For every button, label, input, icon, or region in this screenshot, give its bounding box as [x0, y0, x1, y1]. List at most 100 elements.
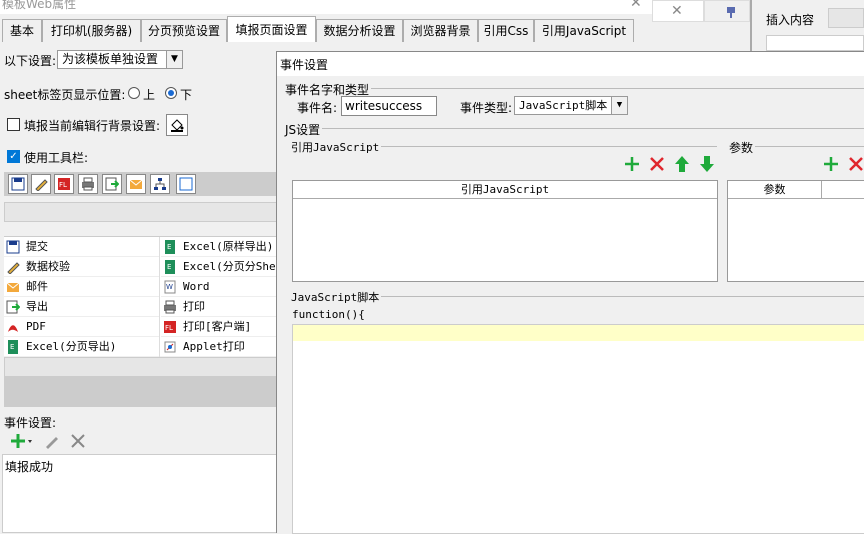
toolbar-export-button[interactable] — [102, 174, 122, 194]
list-footer-strip — [4, 357, 280, 377]
svg-text:E: E — [167, 263, 171, 271]
list-item-label: Excel(分页分Sheet导出) — [183, 260, 280, 273]
list-footer-bar — [4, 377, 280, 407]
event-name-value: writesuccess — [345, 99, 423, 113]
list-item-label: 导出 — [26, 300, 48, 313]
list-item[interactable]: W Word — [161, 277, 280, 297]
params-group-title: 参数 — [729, 139, 756, 156]
event-type-select[interactable]: JavaScript脚本 ▼ — [514, 96, 628, 115]
background-tab[interactable]: ✕ — [652, 0, 704, 22]
svg-text:W: W — [166, 283, 173, 291]
toolbar-submit-button[interactable] — [8, 174, 28, 194]
list-item-label: Excel(原样导出) — [183, 240, 274, 253]
tab-ref-javascript[interactable]: 引用JavaScript — [534, 19, 634, 42]
event-name-field[interactable]: writesuccess — [341, 96, 437, 116]
save-icon — [6, 240, 20, 254]
add-event-button[interactable] — [10, 432, 36, 450]
pencil-icon — [7, 262, 20, 274]
insert-content-field[interactable] — [828, 8, 864, 28]
tab-ref-css[interactable]: 引用Css — [478, 19, 534, 42]
event-settings-dialog: 事件设置 事件名字和类型 事件名: writesuccess 事件类型: Jav… — [276, 51, 864, 534]
script-group-title: JavaScript脚本 — [291, 289, 382, 305]
toolbar-button-list: 提交 E Excel(原样导出) 数据校验 E Excel(分页分Sheet导出… — [4, 236, 280, 357]
close-icon[interactable]: ✕ — [630, 0, 642, 11]
list-item[interactable]: E Excel(分页导出) — [4, 337, 159, 357]
params-table-header: 参数 — [728, 181, 822, 199]
pin-icon — [727, 7, 735, 18]
arrow-up-icon[interactable] — [673, 155, 691, 173]
mail-icon — [129, 179, 143, 189]
use-toolbar-checkbox[interactable]: ✓ — [7, 150, 20, 163]
svg-text:E: E — [167, 243, 171, 251]
list-item-label: Excel(分页导出) — [26, 340, 117, 353]
toolbar-pdf-button[interactable]: FL — [54, 174, 74, 194]
list-item[interactable]: 打印 — [161, 297, 280, 317]
scope-select[interactable]: 为该模板单独设置 ▼ — [57, 50, 183, 69]
list-item-label: 数据校验 — [26, 260, 70, 273]
list-item[interactable]: Applet打印 — [161, 337, 280, 357]
script-editor[interactable] — [292, 324, 864, 534]
add-param-icon[interactable] — [822, 155, 840, 173]
tab-fill-page[interactable]: 填报页面设置 — [227, 16, 316, 42]
toolbar-tree-button[interactable] — [150, 174, 170, 194]
list-item[interactable]: 导出 — [4, 297, 159, 317]
delete-event-button[interactable] — [70, 433, 86, 449]
list-item[interactable]: E Excel(分页分Sheet导出) — [161, 257, 280, 277]
chevron-down-icon: ▼ — [166, 51, 182, 68]
tab-browser-background[interactable]: 浏览器背景 — [403, 19, 478, 42]
ref-js-table[interactable]: 引用JavaScript — [292, 180, 718, 282]
close-icon[interactable]: ✕ — [671, 3, 683, 19]
printer-icon — [164, 300, 176, 314]
printer-icon — [82, 177, 94, 191]
excel-icon: E — [8, 340, 18, 354]
params-table[interactable]: 参数 — [727, 180, 864, 282]
insert-content-area[interactable] — [766, 35, 864, 51]
dialog-title-bar: 事件设置 — [277, 52, 864, 76]
tab-data-analysis[interactable]: 数据分析设置 — [316, 19, 403, 42]
js-settings-group: JS设置 — [285, 121, 864, 138]
toolbar-mail-button[interactable] — [126, 174, 146, 194]
delete-icon[interactable] — [648, 155, 666, 173]
event-item[interactable]: 填报成功 — [5, 458, 53, 475]
chevron-down-icon: ▼ — [611, 97, 627, 114]
radio-bottom[interactable] — [165, 87, 177, 99]
toolbar-blank-button[interactable] — [176, 174, 196, 194]
excel-icon: E — [165, 240, 175, 254]
tab-printer-server[interactable]: 打印机(服务器) — [42, 19, 141, 42]
event-settings-label: 事件设置: — [4, 416, 57, 430]
list-item[interactable]: E Excel(原样导出) — [161, 237, 280, 257]
list-item-label: 打印 — [183, 300, 205, 313]
arrow-down-icon[interactable] — [698, 155, 716, 173]
scope-label: 以下设置: — [4, 54, 57, 68]
close-icon — [71, 434, 85, 448]
add-icon[interactable] — [623, 155, 641, 173]
title-bar: 模板Web属性 ✕ — [0, 0, 652, 14]
edit-event-button[interactable] — [44, 433, 60, 449]
tab-paging-preview[interactable]: 分页预览设置 — [141, 19, 227, 42]
list-item[interactable]: 数据校验 — [4, 257, 159, 277]
toolbar-print-button[interactable] — [78, 174, 98, 194]
save-icon — [11, 177, 25, 191]
tab-bar: 基本 打印机(服务器) 分页预览设置 填报页面设置 数据分析设置 浏览器背景 引… — [2, 16, 652, 42]
paint-bucket-button[interactable] — [166, 114, 188, 136]
sheet-position-label: sheet标签页显示位置: — [4, 88, 126, 102]
toolbar-verify-button[interactable] — [31, 174, 51, 194]
list-item[interactable]: 邮件 — [4, 277, 159, 297]
fill-bg-checkbox[interactable] — [7, 118, 20, 131]
current-line-highlight — [293, 325, 864, 341]
client-print-icon: FL — [164, 321, 176, 333]
svg-text:FL: FL — [165, 324, 173, 332]
list-item[interactable]: 提交 — [4, 237, 159, 257]
svg-text:E: E — [10, 343, 14, 351]
delete-param-icon[interactable] — [847, 155, 864, 173]
radio-top[interactable] — [128, 87, 140, 99]
tree-icon — [154, 178, 166, 190]
dialog-title: 事件设置 — [280, 58, 329, 72]
background-panel: ✕ 插入内容 — [652, 0, 864, 51]
list-item[interactable]: PDF — [4, 317, 159, 337]
list-item-label: 邮件 — [26, 280, 48, 293]
list-item[interactable]: FL 打印[客户端] — [161, 317, 280, 337]
tab-basic[interactable]: 基本 — [2, 19, 42, 42]
js-settings-title: JS设置 — [285, 121, 323, 138]
background-tab-2[interactable] — [704, 0, 750, 22]
